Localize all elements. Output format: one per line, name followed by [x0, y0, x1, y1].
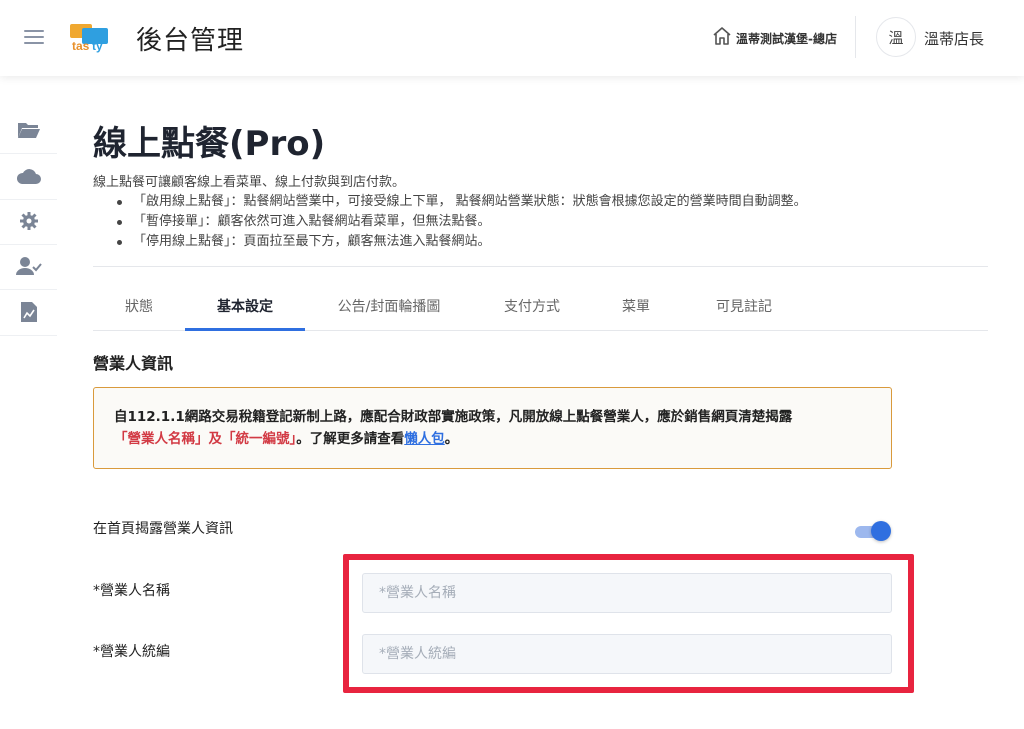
list-item: 「啟用線上點餐」：點餐網站營業中，可接受線上下單， 點餐網站營業狀態：狀態會根據… [113, 192, 807, 212]
header-divider [855, 16, 856, 58]
tax-notice: 自112.1.1網路交易稅籍登記新制上路，應配合財政部實施政策，凡開放線上點餐營… [93, 387, 892, 469]
sidebar-item-reports[interactable] [0, 292, 57, 336]
user-name[interactable]: 溫蒂店長 [924, 28, 984, 49]
svg-text:tas: tas [72, 39, 90, 53]
tab-status[interactable]: 狀態 [93, 286, 185, 331]
list-item: 「停用線上點餐」：頁面拉至最下方，顧客無法進入點餐網站。 [113, 232, 807, 252]
guide-link[interactable]: 懶人包 [404, 431, 445, 447]
notice-text-tail: 。了解更多請查看 [296, 431, 405, 447]
sidebar-item-cloud[interactable] [0, 156, 57, 200]
report-icon [20, 301, 38, 327]
sidebar [0, 76, 57, 729]
tab-menu[interactable]: 菜單 [601, 286, 671, 331]
menu-icon[interactable] [24, 30, 44, 46]
business-name-label: *營業人名稱 [93, 583, 170, 599]
divider [93, 266, 988, 267]
notice-highlight: 「營業人名稱」及「統一編號」 [114, 431, 297, 447]
folder-icon [17, 120, 41, 144]
tasty-logo[interactable]: tas ty [68, 22, 120, 54]
tab-basic-settings[interactable]: 基本設定 [185, 286, 305, 331]
main-content: 線上點餐(Pro) 線上點餐可讓顧客線上看菜單、線上付款與到店付款。 「啟用線上… [57, 76, 1024, 729]
app-title: 後台管理 [136, 26, 245, 56]
disclose-toggle[interactable] [855, 521, 891, 541]
store-name: 溫蒂測試漢堡-總店 [736, 31, 837, 46]
disclose-toggle-label: 在首頁揭露營業人資訊 [93, 521, 233, 537]
feature-list: 「啟用線上點餐」：點餐網站營業中，可接受線上下單， 點餐網站營業狀態：狀態會根據… [113, 192, 807, 252]
gear-icon [19, 211, 39, 235]
business-name-input[interactable] [362, 573, 892, 613]
section-title: 營業人資訊 [93, 354, 174, 373]
home-icon [712, 26, 732, 50]
page-description: 線上點餐可讓顧客線上看菜單、線上付款與到店付款。 [93, 175, 406, 190]
avatar[interactable]: 溫 [876, 17, 916, 57]
user-check-icon [15, 256, 42, 280]
tab-visible-notes[interactable]: 可見註記 [689, 286, 799, 331]
tab-payment[interactable]: 支付方式 [477, 286, 587, 331]
svg-text:ty: ty [92, 39, 103, 53]
tab-bar: 狀態 基本設定 公告/封面輪播圖 支付方式 菜單 可見註記 [93, 286, 988, 331]
store-selector[interactable]: 溫蒂測試漢堡-總店 [712, 26, 837, 50]
top-header: tas ty 後台管理 溫蒂測試漢堡-總店 溫 溫蒂店長 [0, 0, 1024, 76]
list-item: 「暫停接單」：顧客依然可進入點餐網站看菜單，但無法點餐。 [113, 212, 807, 232]
tab-announcements[interactable]: 公告/封面輪播圖 [319, 286, 459, 331]
tax-id-label: *營業人統編 [93, 644, 170, 660]
cloud-icon [16, 167, 42, 189]
sidebar-item-users[interactable] [0, 246, 57, 290]
page-title: 線上點餐(Pro) [93, 124, 326, 164]
sidebar-item-settings[interactable] [0, 201, 57, 245]
notice-text: 自112.1.1網路交易稅籍登記新制上路，應配合財政部實施政策，凡開放線上點餐營… [114, 409, 793, 425]
sidebar-item-folder[interactable] [0, 110, 57, 154]
notice-text-end: 。 [444, 431, 459, 447]
tax-id-input[interactable] [362, 634, 892, 674]
